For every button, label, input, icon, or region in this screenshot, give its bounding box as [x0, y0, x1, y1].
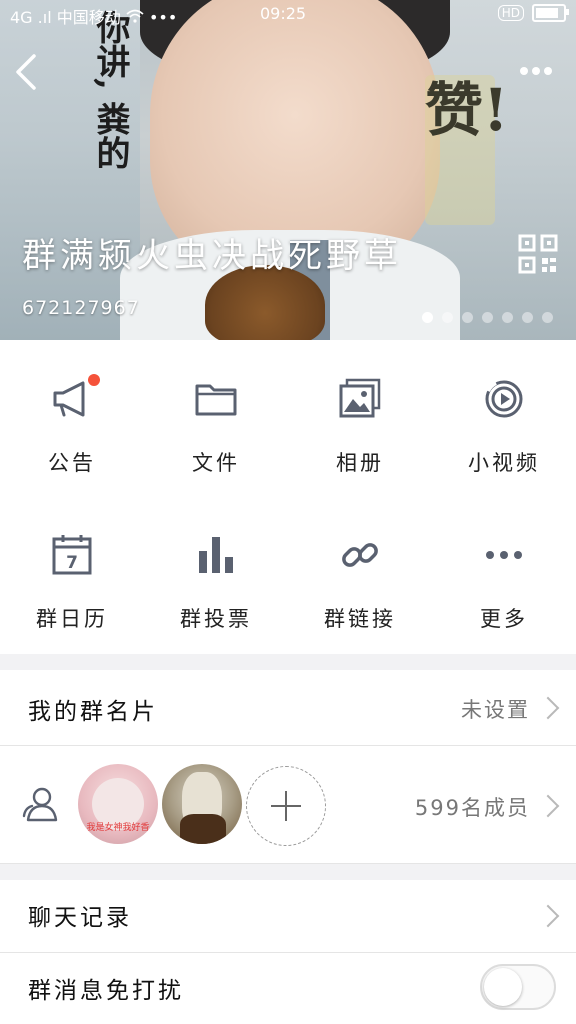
carousel-dot[interactable] [522, 312, 533, 323]
chevron-right-icon [536, 904, 560, 928]
carousel-dot[interactable] [462, 312, 473, 323]
more-dot-icon [544, 67, 552, 75]
mute-title: 群消息免打扰 [28, 978, 184, 1004]
carousel-dot[interactable] [442, 312, 453, 323]
carousel-indicator[interactable] [422, 312, 553, 323]
avatar-caption: 我是女神我好香 [86, 823, 150, 833]
more-dot-icon [520, 67, 528, 75]
member-avatar[interactable] [162, 764, 242, 844]
chevron-right-icon [536, 794, 560, 818]
folder-icon [194, 377, 238, 421]
name-card-value: 未设置 [461, 698, 530, 722]
vote-icon [194, 533, 238, 577]
status-left: 4G .ıl 中国移动 ••• [10, 4, 177, 28]
cover-side-text: 你讲, 粪的 [90, 10, 130, 170]
more-dots-icon [482, 533, 526, 577]
calendar-icon: 7 [50, 533, 94, 577]
status-bar: 4G .ıl 中国移动 ••• 09:25 HD [0, 0, 576, 30]
members-icon [20, 786, 60, 826]
carousel-dot[interactable] [502, 312, 513, 323]
link-icon [338, 533, 382, 577]
qr-code-button[interactable] [518, 234, 558, 274]
name-card-row[interactable]: 我的群名片 未设置 [0, 670, 576, 746]
feature-label: 公告 [48, 451, 96, 475]
notification-badge [88, 374, 100, 386]
member-count: 599名成员 [414, 796, 530, 820]
svg-text:7: 7 [66, 553, 78, 573]
qr-code-icon [518, 234, 558, 274]
feature-label: 群投票 [180, 607, 252, 631]
feature-4[interactable]: 小视频 [432, 370, 576, 500]
battery-level [536, 8, 558, 18]
wifi-icon [126, 8, 149, 27]
add-member-button[interactable] [246, 766, 326, 846]
back-arrow-icon [16, 54, 36, 90]
group-id: 672127967 [22, 297, 140, 319]
carousel-dot[interactable] [422, 312, 433, 323]
feature-3[interactable]: 相册 [288, 370, 432, 500]
mute-toggle[interactable] [480, 964, 556, 1010]
battery-icon [532, 4, 569, 22]
feature-label: 相册 [336, 451, 384, 475]
feature-8[interactable]: 更多 [432, 526, 576, 656]
feature-label: 更多 [480, 607, 528, 631]
back-button[interactable] [10, 52, 44, 92]
cover-sign-text: 赞! [425, 75, 508, 225]
chat-history-row[interactable]: 聊天记录 [0, 880, 576, 952]
status-extra: ••• [148, 8, 178, 27]
status-right: HD [497, 4, 569, 22]
feature-label: 小视频 [468, 451, 540, 475]
more-dot-icon [532, 67, 540, 75]
feature-2[interactable]: 文件 [144, 370, 288, 500]
hd-badge: HD [497, 5, 524, 21]
clock: 09:25 [260, 4, 307, 23]
divider [0, 863, 576, 864]
toggle-knob [484, 968, 522, 1006]
feature-label: 文件 [192, 451, 240, 475]
avatar-body [180, 814, 226, 844]
chevron-right-icon [536, 696, 560, 720]
signal-text: 4G .ıl [10, 8, 52, 27]
feature-label: 群链接 [324, 607, 396, 631]
carrier-name: 中国移动 [56, 8, 121, 27]
feature-label: 群日历 [36, 607, 108, 631]
album-icon [338, 377, 382, 421]
group-name: 群满颍火虫决战死野草 [22, 236, 402, 276]
video-icon [482, 377, 526, 421]
name-card-title: 我的群名片 [28, 699, 158, 725]
feature-grid: 公告 文件 相册 小视频 7 群日历 群投票 群链接 更多 [0, 340, 576, 654]
feature-5[interactable]: 7 群日历 [0, 526, 144, 656]
feature-7[interactable]: 群链接 [288, 526, 432, 656]
carousel-dot[interactable] [542, 312, 553, 323]
megaphone-icon [50, 377, 94, 421]
group-cover-image[interactable]: 赞! 你讲, 粪的 [0, 0, 576, 340]
feature-6[interactable]: 群投票 [144, 526, 288, 656]
feature-1[interactable]: 公告 [0, 370, 144, 500]
more-options-button[interactable] [520, 60, 560, 80]
chat-history-title: 聊天记录 [28, 905, 132, 931]
carousel-dot[interactable] [482, 312, 493, 323]
member-avatar[interactable]: 我是女神我好香 [78, 764, 158, 844]
